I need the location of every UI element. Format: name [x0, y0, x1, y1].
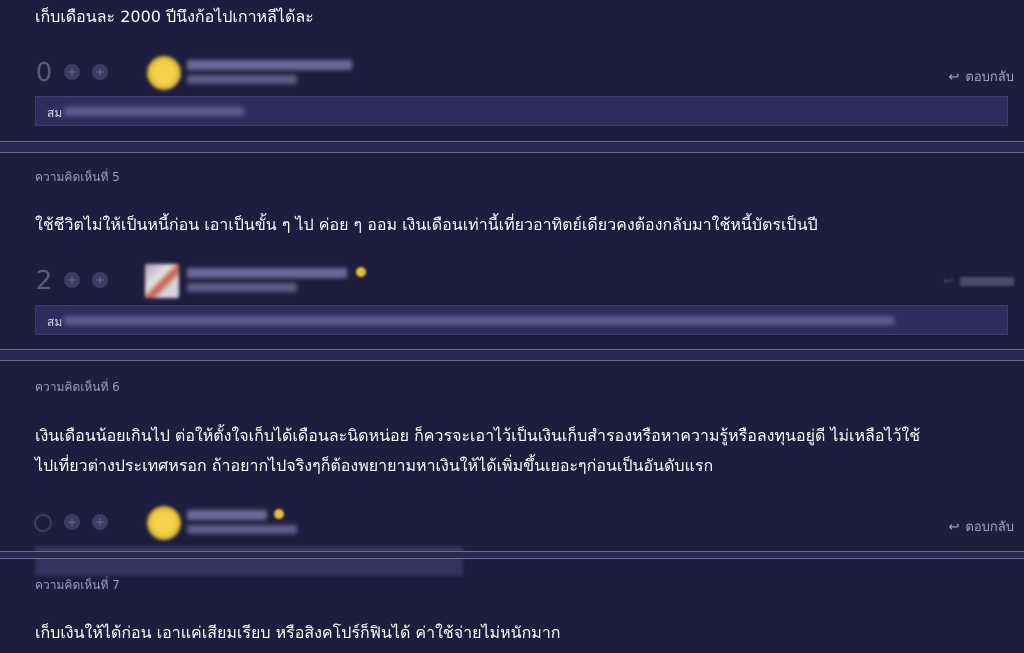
emoji-reactions-bar[interactable]: สม — [35, 305, 1008, 335]
reply-label: ตอบกลับ — [965, 70, 1014, 85]
comment-text: ใช้ชีวิตไม่ให้เป็นหนี้ก่อน เอาเป็นขั้น ๆ… — [35, 215, 818, 234]
reply-arrow-icon: ↩ — [943, 274, 954, 289]
emoji-reactions-blurred — [64, 107, 244, 116]
comment-text-line-2: ไปเที่ยวต่างประเทศหรอก ถ้าอยากไปจริงๆก็ต… — [35, 456, 714, 475]
emoji-reactions-bar[interactable]: สม — [35, 96, 1008, 126]
emoji-plus-icon[interactable]: + — [92, 272, 108, 288]
username-blurred[interactable] — [187, 60, 352, 70]
comment-text: เก็บเดือนละ 2000 ปีนึงก้อไปเกาหลีได้ละ — [35, 7, 314, 26]
comment-number: ความคิดเห็นที่ 5 — [35, 170, 120, 184]
username-blurred[interactable] — [187, 268, 347, 278]
star-badge-icon — [356, 267, 366, 277]
avatar[interactable] — [147, 56, 181, 90]
vote-count — [34, 514, 52, 532]
comment-divider — [0, 551, 1024, 559]
emoji-prefix: สม — [47, 315, 63, 329]
comment-divider — [0, 141, 1024, 153]
comment-meta: + + ↩ ตอบกลับ — [34, 506, 1014, 546]
comment-text: เก็บเงินให้ได้ก่อน เอาแค่เสียมเรียบ หรือ… — [35, 623, 561, 642]
plus-icon[interactable]: + — [64, 272, 80, 288]
post-date-blurred — [187, 525, 297, 534]
post-date-blurred — [187, 75, 297, 84]
reply-button[interactable]: ↩ — [943, 274, 1014, 289]
comment-divider — [0, 349, 1024, 361]
reply-button[interactable]: ↩ ตอบกลับ — [949, 516, 1015, 537]
comment-text-line-1: เงินเดือนน้อยเกินไป ต่อให้ตั้งใจเก็บได้เ… — [35, 426, 921, 445]
comment-meta: 0 + + ↩ ตอบกลับ — [34, 56, 1014, 96]
emoji-plus-icon[interactable]: + — [92, 64, 108, 80]
emoji-reactions-blurred — [64, 316, 894, 325]
reply-arrow-icon: ↩ — [948, 520, 960, 535]
plus-icon[interactable]: + — [64, 64, 80, 80]
comment-meta: 2 + + ↩ — [34, 264, 1014, 304]
vote-count: 2 — [35, 266, 53, 296]
comment-number: ความคิดเห็นที่ 6 — [35, 380, 120, 394]
avatar[interactable] — [145, 264, 179, 298]
plus-icon[interactable]: + — [64, 514, 80, 530]
vote-count: 0 — [35, 58, 53, 88]
post-date-blurred — [187, 283, 297, 292]
avatar[interactable] — [147, 506, 181, 540]
emoji-prefix: สม — [47, 106, 63, 120]
emoji-plus-icon[interactable]: + — [92, 514, 108, 530]
comment-thread: เก็บเดือนละ 2000 ปีนึงก้อไปเกาหลีได้ละ 0… — [0, 0, 1024, 653]
star-badge-icon — [274, 509, 284, 519]
username-blurred[interactable] — [187, 510, 267, 520]
reply-button[interactable]: ↩ ตอบกลับ — [949, 66, 1015, 87]
reply-arrow-icon: ↩ — [948, 70, 960, 85]
comment-number: ความคิดเห็นที่ 7 — [35, 578, 120, 592]
reply-label: ตอบกลับ — [965, 520, 1014, 535]
